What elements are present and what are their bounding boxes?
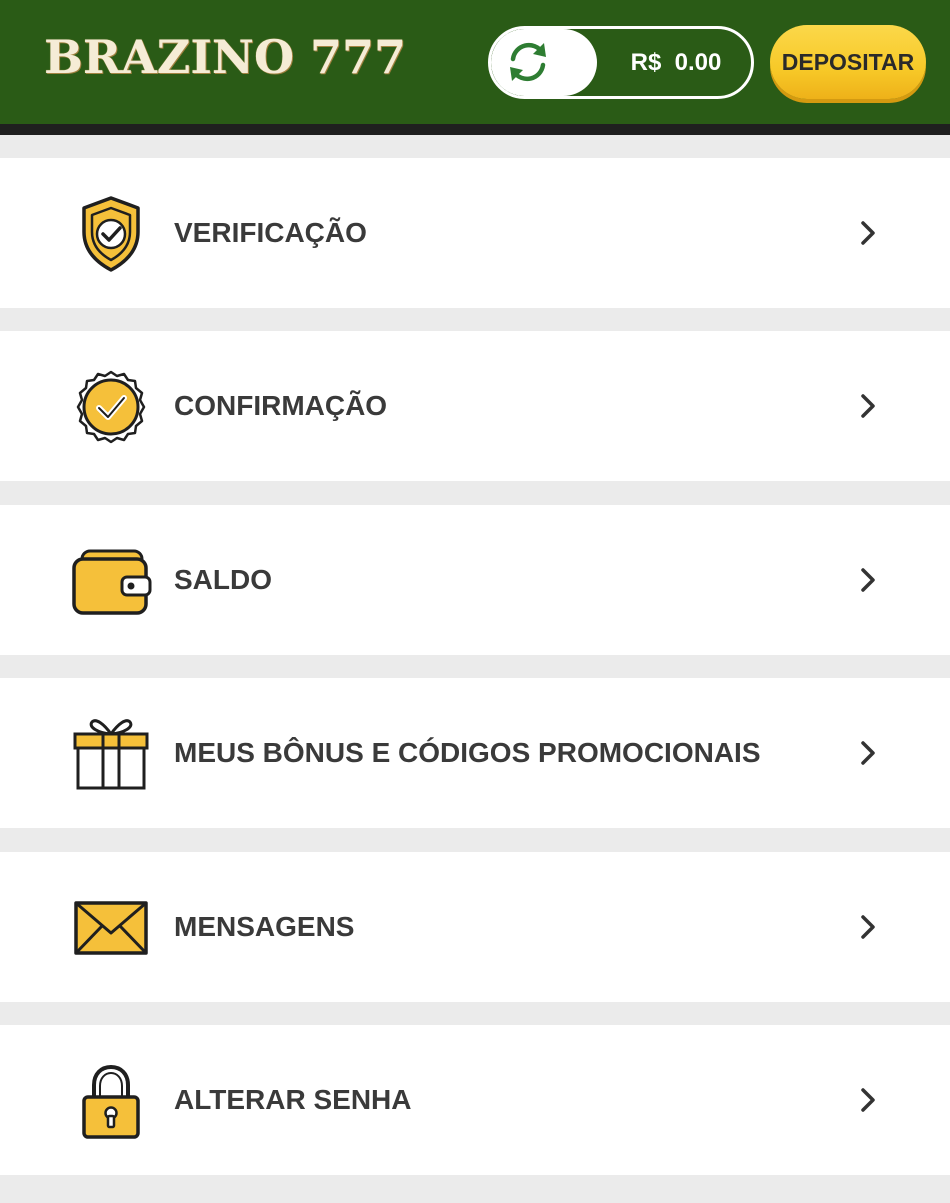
account-menu: VERIFICAÇÃO CONFIRMAÇÃO SALDO MEUS BÔNUS… <box>0 158 950 1198</box>
chevron-right-icon <box>861 221 875 245</box>
deposit-button[interactable]: DEPOSITAR <box>770 25 926 99</box>
app-header: BRAZINO 777 R$ 0.00 DEPOSITAR <box>0 0 950 124</box>
menu-item-label: SALDO <box>174 563 272 595</box>
menu-item-balance[interactable]: SALDO <box>0 504 950 655</box>
menu-item-label: MENSAGENS <box>174 910 355 942</box>
menu-item-label: VERIFICAÇÃO <box>174 217 367 248</box>
header-divider <box>0 124 950 135</box>
menu-item-confirmation[interactable]: CONFIRMAÇÃO <box>0 331 950 482</box>
chevron-right-icon <box>861 568 875 592</box>
menu-item-verification[interactable]: VERIFICAÇÃO <box>0 158 950 308</box>
badge-check-icon <box>76 371 146 444</box>
menu-item-change-password[interactable]: ALTERAR SENHA <box>0 1024 950 1175</box>
menu-item-messages[interactable]: MENSAGENS <box>0 851 950 1002</box>
brand-logo[interactable]: BRAZINO 777 <box>44 30 406 84</box>
chevron-right-icon <box>861 394 875 419</box>
menu-item-label: ALTERAR SENHA <box>174 1083 412 1115</box>
menu-item-label: MEUS BÔNUS E CÓDIGOS PROMOCIONAIS <box>174 737 761 769</box>
balance-widget[interactable]: R$ 0.00 <box>488 26 754 99</box>
shield-check-icon <box>82 196 140 272</box>
menu-item-bonuses[interactable]: MEUS BÔNUS E CÓDIGOS PROMOCIONAIS <box>0 678 950 829</box>
refresh-icon[interactable] <box>503 37 553 87</box>
padlock-icon <box>82 1064 140 1139</box>
wallet-icon <box>72 549 152 615</box>
balance-amount: R$ 0.00 <box>630 49 722 76</box>
envelope-icon <box>74 900 148 955</box>
chevron-right-icon <box>861 741 875 765</box>
chevron-right-icon <box>861 914 875 939</box>
gift-icon <box>73 719 149 790</box>
chevron-right-icon <box>861 1088 875 1112</box>
menu-item-label: CONFIRMAÇÃO <box>174 390 388 422</box>
